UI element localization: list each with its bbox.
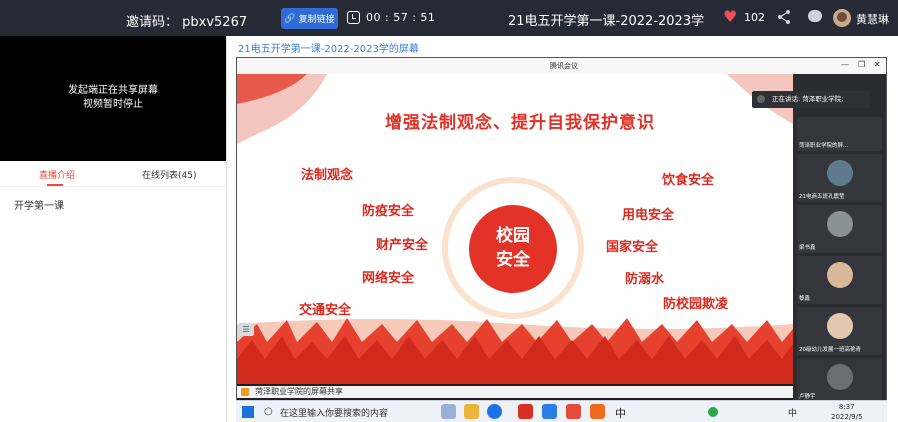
copy-link-button[interactable]: 🔗 复制链接: [281, 8, 338, 29]
share-icon[interactable]: [776, 9, 792, 25]
paused-message-line1: 发起端正在共享屏幕: [68, 85, 158, 96]
like-count: 102: [744, 11, 765, 24]
ime-tray[interactable]: 中: [788, 406, 797, 419]
participant-video: [827, 364, 853, 390]
paused-message-line2: 视频暂时停止: [83, 99, 143, 110]
tab-online-list[interactable]: 在线列表(45): [142, 168, 196, 181]
topic-left-3: 财产安全: [376, 238, 429, 253]
participant-video: [827, 262, 853, 288]
participant-name: 卢静宇: [799, 394, 816, 400]
minimize-icon[interactable]: —: [841, 60, 849, 69]
close-icon[interactable]: ✕: [874, 60, 881, 69]
topic-left-5: 交通安全: [299, 303, 352, 318]
topic-right-1: 饮食安全: [662, 173, 715, 188]
chat-icon[interactable]: [808, 10, 822, 22]
participant-video: [827, 211, 853, 237]
campus-safety-badge: 校园 安全: [469, 205, 557, 293]
screen-share-indicator[interactable]: 菏泽职业学院的屏幕共享: [237, 386, 793, 398]
wps-icon[interactable]: [518, 404, 533, 419]
slide-heading: 增强法制观念、提升自我保护意识: [385, 113, 655, 133]
divider: [226, 36, 227, 422]
topic-right-3: 国家安全: [606, 240, 659, 255]
topic-left-4: 网络安全: [362, 271, 415, 286]
meeting-titlebar: 腾讯会议 — ❐ ✕: [237, 58, 886, 74]
elapsed-timer: 00 : 57 : 51: [366, 11, 436, 24]
topic-left-2: 防疫安全: [362, 204, 415, 219]
badge-line2: 安全: [496, 250, 530, 270]
windows-taskbar: ○ 在这里输入你要搜索的内容 中 中 8:37 2022/9/5: [236, 400, 887, 422]
screen-share-icon: [241, 388, 249, 396]
live-title: 21电五开学第一课-2022-2023学: [508, 14, 705, 29]
list-toggle-icon[interactable]: ☰: [238, 323, 254, 336]
screen-share-label: 菏泽职业学院的屏幕共享: [255, 387, 343, 396]
tray-icon[interactable]: [708, 407, 718, 417]
participant-tile[interactable]: 21电商五班孔震莹: [797, 154, 882, 202]
top-bar: 邀请码： pbxv5267 🔗 复制链接 00 : 57 : 51 21电五开学…: [0, 0, 898, 36]
participant-panel: 菏泽职业学院的屏... 21电商五班孔震莹 梁书鑫 黎鑫 20级幼儿发展一班高艳…: [793, 74, 886, 404]
clock-date: 2022/9/5: [831, 413, 863, 421]
copy-link-label: 复制链接: [298, 15, 335, 25]
speaking-indicator: 正在讲话: 菏泽职业学院;: [752, 91, 870, 108]
tab-live-intro[interactable]: 直播介绍: [39, 168, 75, 186]
shared-slide: 增强法制观念、提升自我保护意识 校园 安全 法制观念 防疫安全 财产安全 网络安…: [237, 74, 793, 384]
participant-name: 21电商五班孔震莹: [799, 194, 845, 200]
participant-tile[interactable]: 卢静宇: [797, 358, 882, 402]
link-icon: 🔗: [284, 13, 296, 24]
search-icon[interactable]: ○: [264, 406, 273, 417]
participant-name: 梁书鑫: [799, 245, 816, 251]
tab-bar: 直播介绍 在线列表(45): [0, 161, 226, 187]
badge-line1: 校园: [496, 226, 530, 246]
topic-left-1: 法制观念: [301, 168, 354, 183]
meeting-app-icon[interactable]: [542, 404, 557, 419]
invite-code: 邀请码： pbxv5267: [126, 15, 248, 30]
topic-right-4: 防溺水: [625, 272, 665, 287]
host-video-placeholder: 发起端正在共享屏幕 视频暂时停止: [0, 36, 226, 161]
taskbar-search[interactable]: 在这里输入你要搜索的内容: [280, 406, 388, 419]
heart-icon[interactable]: ♥: [723, 9, 737, 25]
participant-name: 菏泽职业学院的屏...: [799, 143, 849, 149]
meeting-window: 腾讯会议 — ❐ ✕ 增强法制观念、提升自我保护意识 校园 安全 法制观念 防疫…: [236, 57, 887, 421]
participant-name: 黎鑫: [799, 296, 811, 302]
participant-tile[interactable]: 黎鑫: [797, 256, 882, 304]
share-title: 21电五开学第一课-2022-2023学的屏幕: [238, 44, 419, 55]
browser-icon[interactable]: [487, 404, 502, 419]
timer-icon: [347, 11, 360, 24]
clock-time: 8:37: [838, 403, 855, 411]
sogou-icon[interactable]: [590, 404, 605, 419]
avatar[interactable]: [833, 9, 851, 27]
topic-right-2: 用电安全: [622, 208, 675, 223]
pdf-icon[interactable]: [566, 404, 581, 419]
participant-name: 20级幼儿发展一班高艳青: [799, 347, 861, 353]
topic-right-5: 防校园欺凌: [663, 297, 729, 312]
intro-text: 开学第一课: [14, 201, 64, 212]
participant-tile[interactable]: 梁书鑫: [797, 205, 882, 253]
task-view-icon[interactable]: [441, 404, 456, 419]
participant-video: [827, 160, 853, 186]
system-clock[interactable]: 8:37 2022/9/5: [831, 402, 862, 422]
windows-start-icon[interactable]: [242, 406, 254, 418]
file-explorer-icon[interactable]: [464, 404, 479, 419]
participant-tile[interactable]: 菏泽职业学院的屏...: [797, 117, 882, 151]
meeting-window-title: 腾讯会议: [550, 62, 578, 70]
participant-tile[interactable]: 20级幼儿发展一班高艳青: [797, 307, 882, 355]
ime-indicator[interactable]: 中: [615, 405, 626, 421]
maximize-icon[interactable]: ❐: [858, 60, 865, 69]
username: 黄慧琳: [856, 13, 889, 26]
participant-video: [827, 313, 853, 339]
